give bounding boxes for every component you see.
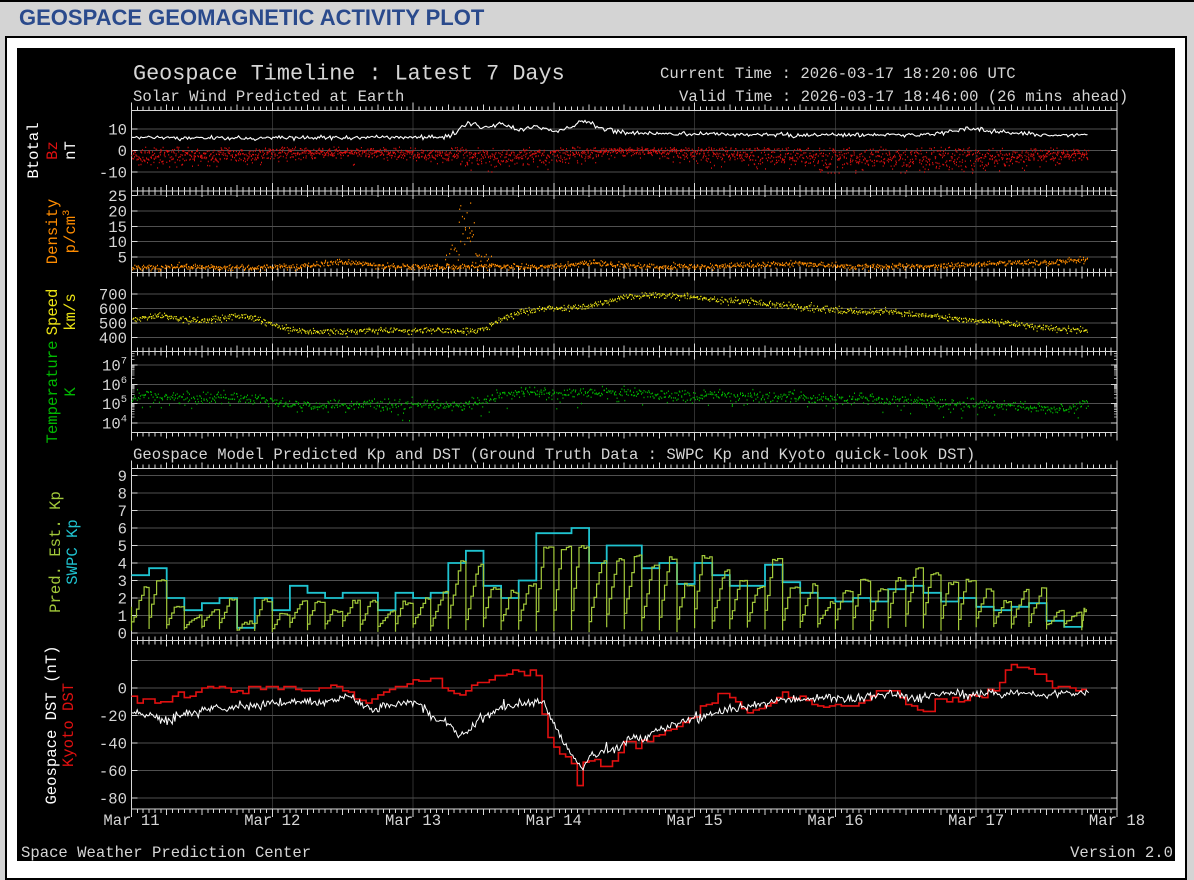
svg-text:Mar 13: Mar 13 xyxy=(385,812,441,830)
svg-text:0: 0 xyxy=(118,143,127,161)
svg-text:5: 5 xyxy=(118,538,127,556)
svg-text:-20: -20 xyxy=(99,708,127,726)
svg-text:Mar 11: Mar 11 xyxy=(103,812,159,830)
svg-text:Pred. Est. Kp: Pred. Est. Kp xyxy=(47,491,65,613)
svg-text:4: 4 xyxy=(118,556,127,574)
svg-text:-60: -60 xyxy=(99,763,127,781)
svg-text:-10: -10 xyxy=(99,165,127,183)
svg-text:Space Weather Prediction Cente: Space Weather Prediction Center xyxy=(21,844,311,861)
svg-text:Mar 12: Mar 12 xyxy=(244,812,300,830)
svg-text:Mar 16: Mar 16 xyxy=(807,812,863,830)
svg-text:Density: Density xyxy=(44,199,62,265)
svg-text:Temperature: Temperature xyxy=(44,341,62,444)
svg-text:0: 0 xyxy=(118,626,127,644)
svg-text:2: 2 xyxy=(118,591,127,609)
svg-text:km/s: km/s xyxy=(62,293,80,330)
svg-text:-40: -40 xyxy=(99,736,127,754)
svg-text:Mar 17: Mar 17 xyxy=(948,812,1004,830)
svg-text:Geospace Timeline : Latest 7 D: Geospace Timeline : Latest 7 Days xyxy=(133,62,565,87)
svg-text:9: 9 xyxy=(118,468,127,486)
svg-text:Current Time : 2026-03-17 18:2: Current Time : 2026-03-17 18:20:06 UTC xyxy=(660,65,1016,83)
svg-text:6: 6 xyxy=(118,521,127,539)
svg-text:7: 7 xyxy=(118,503,127,521)
svg-text:5: 5 xyxy=(118,250,127,268)
svg-text:Speed: Speed xyxy=(44,289,62,336)
svg-text:Bz: Bz xyxy=(44,141,62,160)
svg-text:Solar Wind Predicted at Earth: Solar Wind Predicted at Earth xyxy=(133,88,404,106)
svg-text:Mar 15: Mar 15 xyxy=(667,812,723,830)
svg-text:SWPC Kp: SWPC Kp xyxy=(64,519,82,585)
svg-text:-80: -80 xyxy=(99,791,127,809)
svg-text:8: 8 xyxy=(118,486,127,504)
svg-text:Mar 18: Mar 18 xyxy=(1089,812,1145,830)
svg-text:1: 1 xyxy=(118,608,127,626)
svg-text:Geospace Model Predicted Kp an: Geospace Model Predicted Kp and DST (Gro… xyxy=(133,446,975,464)
svg-text:400: 400 xyxy=(99,330,127,348)
svg-text:Version 2.0: Version 2.0 xyxy=(1070,844,1173,861)
svg-text:0: 0 xyxy=(118,681,127,699)
svg-text:Btotal: Btotal xyxy=(25,122,43,178)
svg-text:K: K xyxy=(62,387,80,397)
svg-text:Mar 14: Mar 14 xyxy=(526,812,582,830)
svg-text:Valid Time : 2026-03-17 18:46:: Valid Time : 2026-03-17 18:46:00 (26 min… xyxy=(679,88,1128,106)
svg-text:Kyoto DST: Kyoto DST xyxy=(60,683,78,767)
svg-text:10: 10 xyxy=(108,122,127,140)
svg-text:nT: nT xyxy=(62,141,80,160)
svg-text:3: 3 xyxy=(118,573,127,591)
svg-text:p/cm3: p/cm3 xyxy=(61,210,80,254)
svg-text:Geospace DST (nT): Geospace DST (nT) xyxy=(43,645,61,804)
